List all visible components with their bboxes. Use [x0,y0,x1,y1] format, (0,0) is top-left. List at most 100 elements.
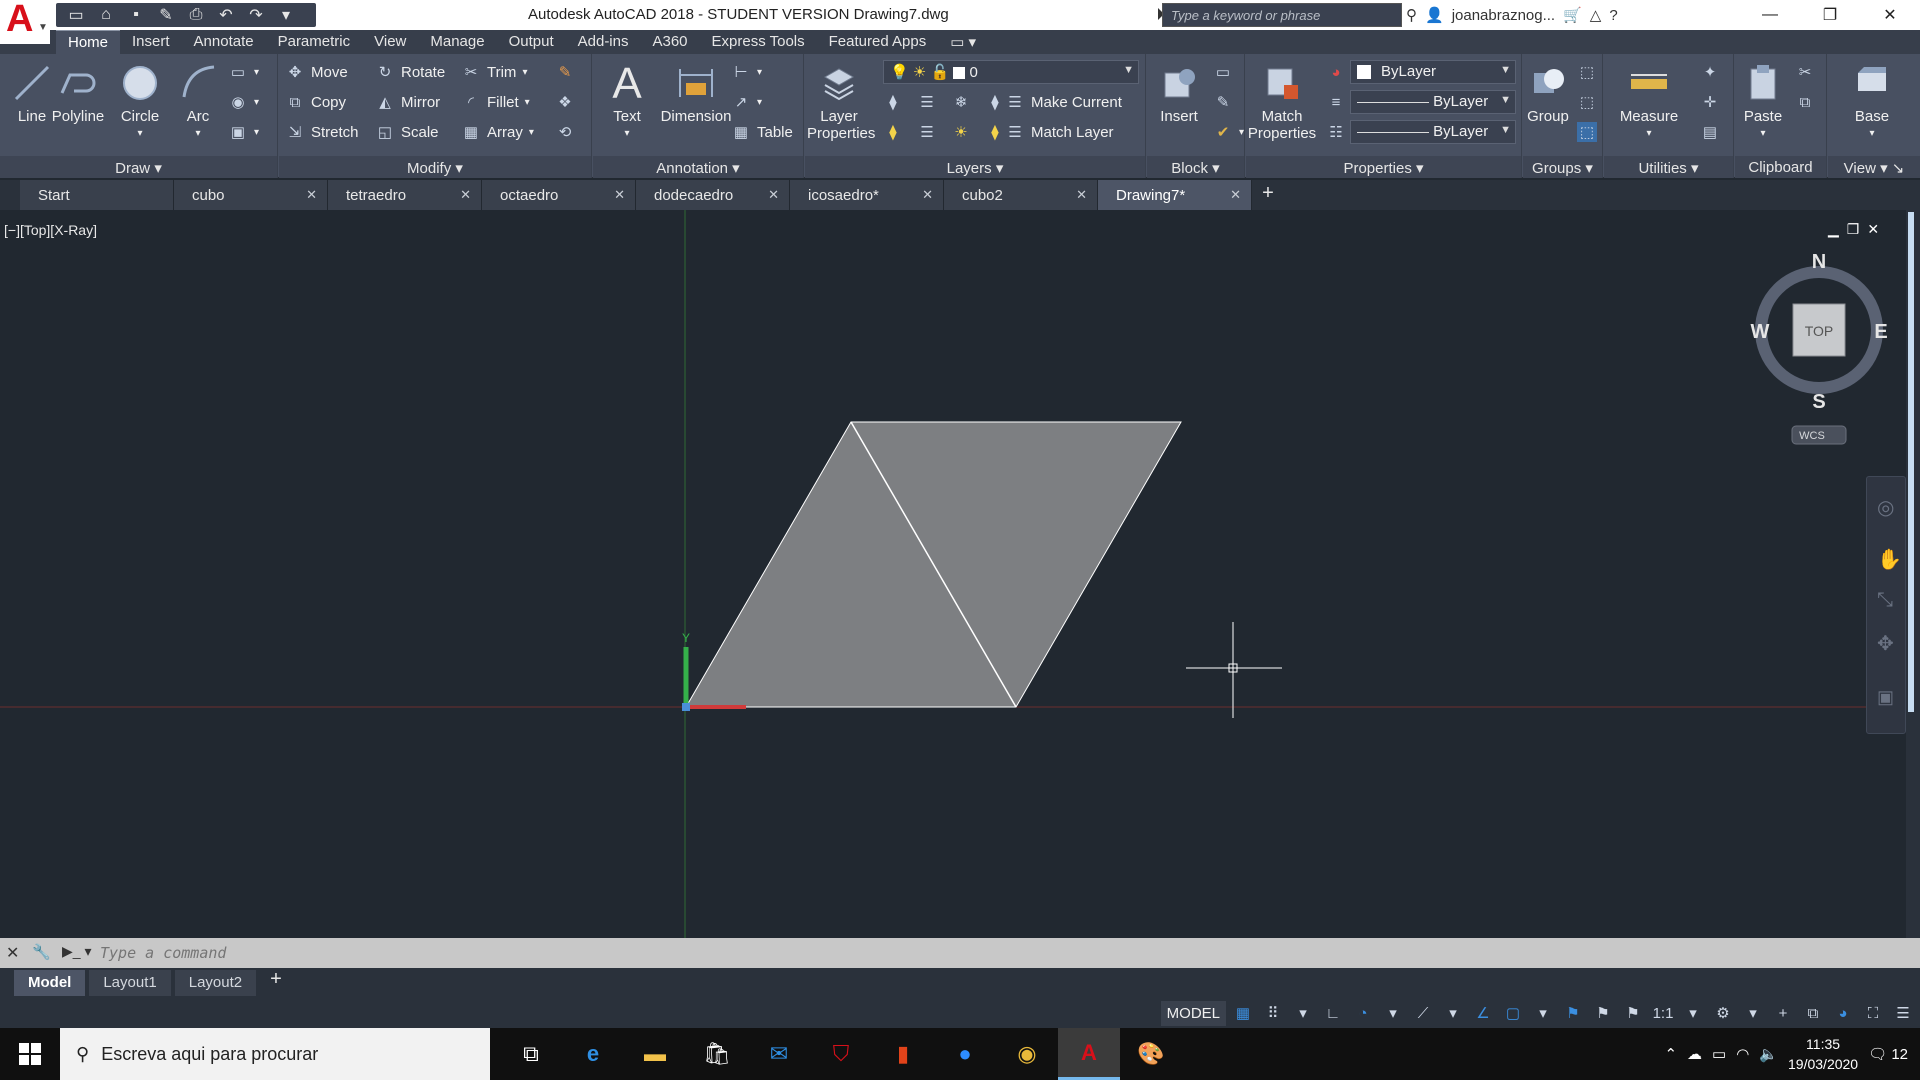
properties-panel-title[interactable]: Properties ▾ [1246,156,1521,178]
layers-panel-title[interactable]: Layers ▾ [805,156,1145,178]
utilities-panel-title[interactable]: Utilities ▾ [1604,156,1733,178]
tab-insert[interactable]: Insert [120,30,182,54]
edit-block-button[interactable]: ✎ [1213,92,1233,112]
base-button[interactable]: Base ▾ [1840,58,1904,142]
groups-panel-title[interactable]: Groups ▾ [1523,156,1602,178]
plus-icon[interactable]: + [1770,1000,1796,1026]
object-snap-icon[interactable]: ▢ [1500,1000,1526,1026]
start-button[interactable] [0,1028,60,1080]
user-name[interactable]: joanabraznog... [1452,7,1555,24]
save-as-icon[interactable]: ✎ [154,5,178,25]
point-button[interactable]: ✛ [1700,92,1720,112]
match-properties-button[interactable]: Match Properties [1246,58,1318,142]
chevron-down-icon[interactable]: ▾ [1440,1000,1466,1026]
autocad-taskbar-icon[interactable]: A [1058,1028,1120,1080]
boundary-button[interactable]: ▣ ▾ [228,122,259,142]
annotation-visibility-icon[interactable]: ⚑ [1560,1000,1586,1026]
isolate-objects-icon[interactable]: ◕ [1830,1000,1856,1026]
stretch-button[interactable]: ⇲ Stretch [285,122,359,142]
steering-wheel-icon[interactable]: ◎ [1877,495,1894,520]
minimize-icon[interactable]: — [1740,0,1800,30]
tab-manage[interactable]: Manage [418,30,496,54]
layer-isolate-icon[interactable]: ☰ [917,92,937,112]
annotation-scale-icon[interactable]: ⚑ [1620,1000,1646,1026]
doc-tab-drawing7[interactable]: Drawing7* ✕ [1098,180,1252,210]
mail-icon[interactable]: ✉ [748,1028,810,1080]
volume-icon[interactable]: 🔈 [1759,1045,1778,1063]
text-button[interactable]: A Text ▾ [595,58,659,142]
compass-west[interactable]: W [1751,321,1770,343]
linear-dim-button[interactable]: ⊢ ▾ [731,62,762,82]
undo-icon[interactable]: ↶ [214,5,238,25]
move-button[interactable]: ✥ Move [285,62,348,82]
chevron-down-icon[interactable]: ▾ [108,125,172,142]
doc-tab-octaedro[interactable]: octaedro ✕ [482,180,636,210]
model-space[interactable]: Y TOP N S E W WCS [0,210,1906,938]
ungroup-button[interactable]: ⬚ [1577,62,1597,82]
tab-layout1[interactable]: Layout1 [89,970,171,996]
ortho-icon[interactable]: ∟ [1320,1000,1346,1026]
orbit-icon[interactable]: ✥ [1877,631,1894,656]
quick-select-button[interactable]: ✦ [1700,62,1720,82]
restore-icon[interactable]: ❐ [1800,0,1860,30]
layer-unisolate-icon[interactable]: ☰ [917,122,937,142]
battery-icon[interactable]: ▭ [1712,1045,1726,1063]
customize-menu-icon[interactable]: ☰ [1890,1000,1916,1026]
layer-unlock-icon[interactable]: ⧫ [985,122,1005,142]
wifi-icon[interactable]: ◠ [1736,1045,1749,1063]
tab-view[interactable]: View [362,30,418,54]
new-icon[interactable]: ▭ [64,5,88,25]
offset-button[interactable]: ⟲ [555,122,575,142]
snap-icon[interactable]: ⠿ [1260,1000,1286,1026]
viewcube[interactable]: TOP N S E W WCS [1751,251,1888,445]
color-dropdown[interactable]: ByLayer ▼ [1350,60,1516,84]
copy-clip-button[interactable]: ⧉ [1795,92,1815,112]
fullscreen-icon[interactable]: ⛶ [1860,1000,1886,1026]
zoom-icon[interactable]: ● [934,1028,996,1080]
paint-icon[interactable]: 🎨 [1120,1028,1182,1080]
layer-lock-icon[interactable]: ⧫ [985,92,1005,112]
chevron-up-icon[interactable]: ⌃ [1664,1045,1677,1063]
scrollbar-thumb[interactable] [1908,212,1914,712]
tab-home[interactable]: Home [56,30,121,54]
save-icon[interactable]: ▪ [124,6,148,24]
cut-button[interactable]: ✂ [1795,62,1815,82]
close-icon[interactable]: ✕ [768,187,779,203]
help-icon[interactable]: ? [1609,7,1617,24]
layer-freeze-icon[interactable]: ❄ [951,92,971,112]
cloud-icon[interactable]: ☁ [1687,1045,1702,1063]
a360-icon[interactable]: △ [1590,6,1602,24]
make-current-button[interactable]: ☰ Make Current [1005,92,1122,112]
open-icon[interactable]: ⌂ [94,6,118,24]
application-menu-button[interactable]: A ▼ [0,0,50,44]
tab-express-tools[interactable]: Express Tools [700,30,817,54]
task-view-icon[interactable]: ⧉ [500,1028,562,1080]
compass-south[interactable]: S [1812,391,1825,413]
rectangle-button[interactable]: ▭ ▾ [228,62,259,82]
insert-button[interactable]: Insert [1147,58,1211,125]
minimize-icon[interactable]: ▁ [1828,221,1839,238]
linetype-dropdown[interactable]: ByLayer ▼ [1350,90,1516,114]
tab-model[interactable]: Model [14,970,86,996]
grid-icon[interactable]: ▦ [1230,1000,1256,1026]
chevron-down-icon[interactable]: ▾ [1680,1000,1706,1026]
close-icon[interactable]: ✕ [1860,0,1920,30]
polar-tracking-icon[interactable]: ◔ [1350,1000,1376,1026]
object-snap-tracking-icon[interactable]: ∠ [1470,1000,1496,1026]
annotation-scale-value[interactable]: 1:1 [1650,1000,1676,1026]
chevron-down-icon[interactable]: ▾ [1290,1000,1316,1026]
clock[interactable]: 11:35 19/03/2020 [1788,1034,1858,1074]
close-icon[interactable]: ✕ [1867,221,1879,238]
doc-tab-dodecaedro[interactable]: dodecaedro ✕ [636,180,790,210]
doc-tab-tetraedro[interactable]: tetraedro ✕ [328,180,482,210]
compass-east[interactable]: E [1874,321,1887,343]
doc-tab-start[interactable]: Start [20,180,174,210]
binoculars-icon[interactable]: ⚲ [1406,6,1417,24]
tab-parametric[interactable]: Parametric [266,30,363,54]
isodraft-icon[interactable]: ⟋ [1410,1000,1436,1026]
units-icon[interactable]: ⧉ [1800,1000,1826,1026]
group-button[interactable]: Group [1523,58,1573,125]
layer-off-icon[interactable]: ⧫ [883,92,903,112]
tab-a360[interactable]: A360 [640,30,699,54]
dimension-button[interactable]: Dimension [655,58,737,125]
